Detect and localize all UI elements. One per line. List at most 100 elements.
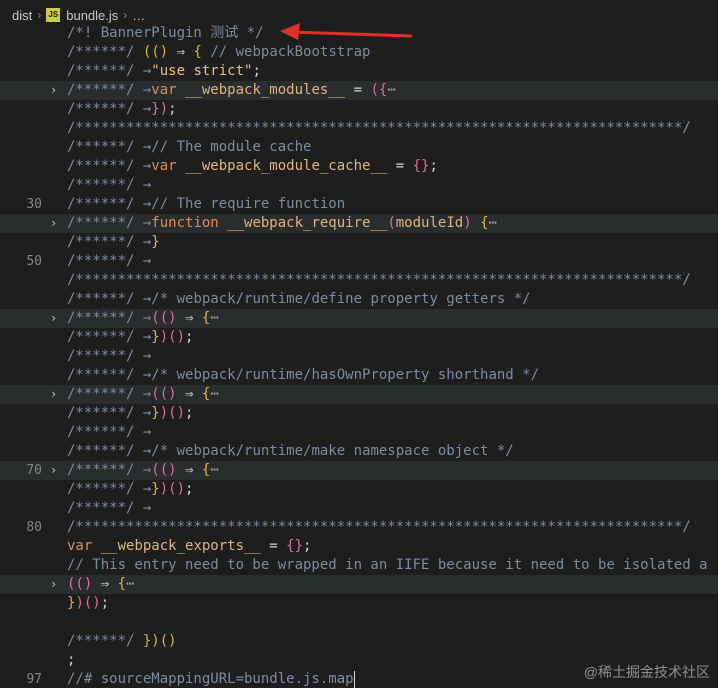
code-token: moduleId	[395, 215, 464, 231]
code-line[interactable]: 30 /******/ →// The require function	[0, 195, 718, 214]
code-text: /******/ →/* webpack/runtime/make namesp…	[67, 442, 514, 461]
code-token: function	[151, 215, 219, 231]
fold-chevron-icon[interactable]: ›	[50, 575, 57, 594]
fold-chevron-icon[interactable]: ›	[50, 309, 57, 328]
code-token: // The module cache	[151, 139, 312, 155]
code-token: }	[151, 234, 160, 250]
code-token: /******/	[67, 101, 143, 117]
code-token: /******/	[67, 443, 143, 459]
code-token: ⇒	[176, 386, 202, 402]
code-line[interactable]: 50 /******/ →	[0, 252, 718, 271]
code-line[interactable]: /******/ →"use strict";	[0, 62, 718, 81]
code-token: /* webpack/runtime/define property gette…	[151, 291, 531, 307]
code-token: __webpack_modules__	[176, 82, 346, 98]
code-text: /******/ →/* webpack/runtime/define prop…	[67, 290, 531, 309]
code-line[interactable]: var __webpack_exports__ = {};	[0, 537, 718, 556]
code-line[interactable]: /******/ →	[0, 176, 718, 195]
code-token: ;	[252, 63, 261, 79]
code-token: /* webpack/runtime/make namespace object…	[151, 443, 514, 459]
code-token: })	[151, 101, 169, 117]
code-token: /******/	[67, 386, 143, 402]
code-token: ;	[185, 329, 194, 345]
code-editor[interactable]: /*! BannerPlugin 测试 *//******/ (() ⇒ { /…	[0, 24, 718, 688]
code-token: /******/	[67, 424, 143, 440]
code-text: // This entry need to be wrapped in an I…	[67, 556, 708, 575]
code-token: (	[387, 215, 396, 231]
code-text: /***************************************…	[67, 119, 691, 138]
code-token: ⋯	[210, 462, 219, 478]
code-line[interactable]: /******/ →})();	[0, 328, 718, 347]
fold-chevron-icon[interactable]: ›	[50, 461, 57, 480]
code-token: (()	[151, 462, 177, 478]
code-line[interactable]: /***************************************…	[0, 271, 718, 290]
line-number: 80	[26, 520, 42, 535]
code-token: /******/	[67, 348, 143, 364]
code-line[interactable]: › /******/ →var __webpack_modules__ = ({⋯	[0, 81, 718, 100]
code-token: {	[480, 215, 489, 231]
code-token: /***************************************…	[67, 519, 691, 535]
fold-chevron-icon[interactable]: ›	[50, 385, 57, 404]
code-line[interactable]: /******/ →})();	[0, 404, 718, 423]
line-number: 30	[26, 197, 42, 212]
code-token: ;	[100, 595, 110, 611]
code-token: /***************************************…	[67, 272, 691, 288]
code-line[interactable]: /******/ →}	[0, 233, 718, 252]
code-token: ;	[185, 405, 194, 421]
code-token: →	[142, 177, 152, 193]
code-text: /******/ →// The module cache	[67, 138, 311, 157]
code-token: ⇒	[176, 310, 202, 326]
code-token: ({	[370, 82, 388, 98]
code-token: =	[387, 158, 413, 174]
code-token: ⇒	[176, 462, 202, 478]
code-line[interactable]: /******/ →	[0, 347, 718, 366]
code-line[interactable]: // This entry need to be wrapped in an I…	[0, 556, 718, 575]
fold-chevron-icon[interactable]: ›	[50, 81, 57, 100]
code-text: /******/ →	[67, 252, 151, 271]
code-token: )()	[159, 405, 186, 421]
code-token: ;	[429, 158, 438, 174]
code-line[interactable]: /******/ })()	[0, 632, 718, 651]
code-token: )	[463, 215, 472, 231]
code-line[interactable]: /******/ →/* webpack/runtime/make namesp…	[0, 442, 718, 461]
code-text: /***************************************…	[67, 271, 691, 290]
code-line[interactable]: /******/ →	[0, 423, 718, 442]
code-token: /******/	[67, 367, 143, 383]
code-token: →	[142, 348, 152, 364]
code-line[interactable]: /******/ →/* webpack/runtime/hasOwnPrope…	[0, 366, 718, 385]
code-line[interactable]: /******/ →// The module cache	[0, 138, 718, 157]
code-line[interactable]: /***************************************…	[0, 119, 718, 138]
code-text: /******/ →})();	[67, 328, 193, 347]
code-text: /******/ →var __webpack_modules__ = ({⋯	[67, 81, 396, 100]
code-line[interactable]: /******/ →/* webpack/runtime/define prop…	[0, 290, 718, 309]
code-token: }	[151, 481, 160, 497]
code-line[interactable]: /******/ →});	[0, 100, 718, 119]
code-token: var	[151, 158, 177, 174]
code-line[interactable]: › (() ⇒ {⋯	[0, 575, 718, 594]
code-token: →	[142, 500, 152, 516]
code-token: (()	[151, 310, 177, 326]
fold-chevron-icon[interactable]: ›	[50, 214, 57, 233]
code-token: __webpack_module_cache__	[176, 158, 388, 174]
code-token: /******/	[67, 462, 143, 478]
code-text: /******/ →(() ⇒ {⋯	[67, 461, 219, 480]
code-text: /******/ →}	[67, 233, 160, 252]
code-line[interactable]: })();	[0, 594, 718, 613]
text-cursor	[353, 670, 355, 688]
code-line[interactable]	[0, 613, 718, 632]
code-line[interactable]: › /******/ →function __webpack_require__(…	[0, 214, 718, 233]
code-text: /******/ →	[67, 423, 151, 442]
code-line[interactable]: /******/ →var __webpack_module_cache__ =…	[0, 157, 718, 176]
code-line[interactable]: /******/ →	[0, 499, 718, 518]
code-line[interactable]: › /******/ →(() ⇒ {⋯	[0, 385, 718, 404]
code-token: ⋯	[210, 310, 219, 326]
code-line[interactable]: /******/ →})();	[0, 480, 718, 499]
code-token: /******/	[67, 405, 143, 421]
code-token: ;	[67, 652, 76, 668]
code-line[interactable]: 80 /*************************************…	[0, 518, 718, 537]
code-line[interactable]: 70 › /******/ →(() ⇒ {⋯	[0, 461, 718, 480]
code-token: __webpack_require__	[218, 215, 388, 231]
code-token: /******/	[67, 500, 143, 516]
code-line[interactable]: › /******/ →(() ⇒ {⋯	[0, 309, 718, 328]
code-token: {}	[412, 158, 430, 174]
